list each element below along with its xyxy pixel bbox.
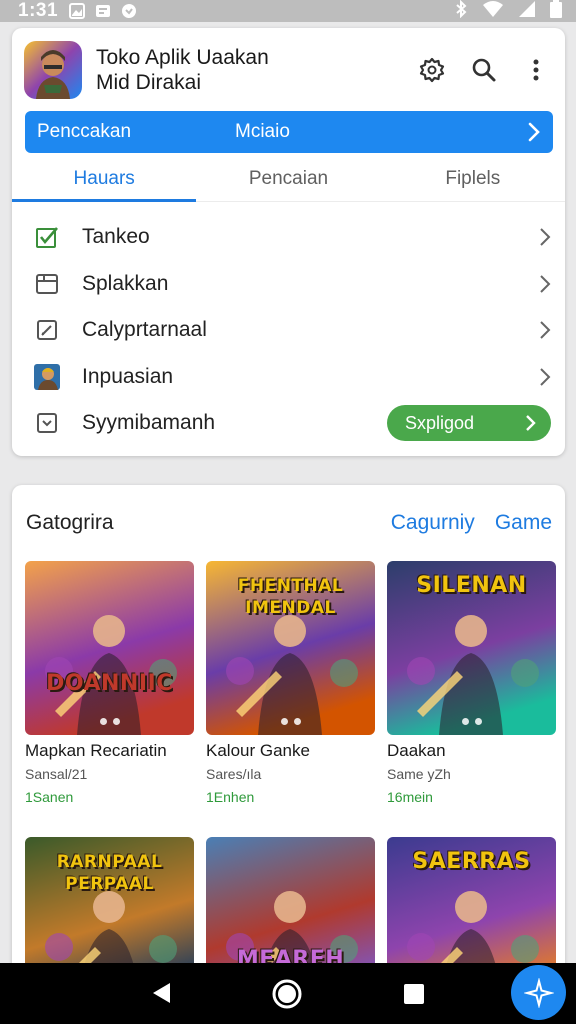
promo-left-label: Penccakan bbox=[37, 121, 132, 142]
carousel-dots bbox=[461, 718, 482, 725]
tab-hauars[interactable]: Hauars bbox=[12, 158, 197, 202]
game-thumbnail[interactable]: DOANNIIC bbox=[25, 561, 194, 735]
app-icon[interactable] bbox=[24, 41, 82, 99]
promo-mid-label: Mciaio bbox=[235, 121, 290, 142]
menu-list: Tankeo Splakkan Calyprtarnaal Inpuasian … bbox=[12, 214, 565, 447]
checkbox-checked-icon bbox=[34, 224, 60, 250]
game-card[interactable]: DOANNIIC Mapkan Recariatin Sansal/21 1Sanen bbox=[25, 561, 194, 805]
tab-fiplels[interactable]: Fiplels bbox=[381, 158, 565, 201]
app-title-line1: Toko Aplik Uaakan bbox=[96, 46, 269, 69]
game-name: Mapkan Recariatin bbox=[25, 741, 167, 760]
menu-item-inpuasian[interactable]: Inpuasian bbox=[12, 354, 565, 401]
menu-item-label: Tankeo bbox=[82, 225, 150, 249]
app-title-line2: Mid Dirakai bbox=[96, 71, 202, 94]
recents-square-icon bbox=[404, 984, 424, 1004]
chevron-right-icon bbox=[539, 367, 551, 387]
game-card[interactable]: FHENTHAL IMENDAL Kalour Ganke Sares/ıla 1En… bbox=[206, 561, 375, 805]
edit-box-icon bbox=[34, 317, 60, 343]
image-notification-icon bbox=[68, 3, 86, 19]
status-bar: 1:31 bbox=[0, 0, 576, 22]
more-options-button[interactable] bbox=[521, 55, 551, 85]
folder-icon bbox=[34, 271, 60, 297]
menu-item-label: Calyprtarnaal bbox=[82, 318, 207, 342]
system-nav-bar bbox=[0, 963, 576, 1024]
game-subtitle: Same yZh bbox=[387, 766, 451, 782]
back-triangle-icon bbox=[153, 983, 170, 1003]
game-size: 1Enhen bbox=[206, 789, 255, 805]
category-card: Gatogrira Cagurniy Game DOANNIIC Mapkan R… bbox=[12, 485, 565, 975]
home-button[interactable] bbox=[271, 978, 303, 1010]
promo-bar[interactable]: Penccakan Mciaio bbox=[25, 111, 553, 153]
game-name: Daakan bbox=[387, 741, 446, 760]
game-card[interactable]: SAERRAS bbox=[387, 837, 556, 975]
section-title: Gatogrira bbox=[26, 511, 114, 534]
chat-notification-icon bbox=[120, 3, 138, 19]
assistant-fab-button[interactable] bbox=[511, 965, 566, 1020]
signal-icon bbox=[518, 0, 536, 23]
menu-item-label: Splakkan bbox=[82, 271, 169, 295]
menu-item-tankeo[interactable]: Tankeo bbox=[12, 214, 565, 261]
game-subtitle: Sares/ıla bbox=[206, 766, 262, 782]
status-time: 1:31 bbox=[18, 0, 59, 21]
tab-bar: Hauars Pencaian Fiplels bbox=[12, 158, 565, 202]
recents-button[interactable] bbox=[402, 982, 426, 1006]
game-card[interactable]: RARNPAAL PERPAAL bbox=[25, 837, 194, 975]
category-link[interactable]: Cagurniy bbox=[391, 511, 475, 535]
game-thumbnail[interactable]: FHENTHAL IMENDAL bbox=[206, 561, 375, 735]
search-button[interactable] bbox=[469, 55, 499, 85]
search-icon bbox=[472, 58, 496, 82]
wifi-icon bbox=[482, 0, 504, 23]
app-card: Toko Aplik Uaakan Mid Dirakai Penccakan … bbox=[12, 28, 565, 456]
game-art-title: DOANNIIC bbox=[46, 671, 173, 696]
chevron-right-icon bbox=[525, 414, 537, 432]
game-size: 16mein bbox=[387, 789, 433, 805]
chevron-right-icon bbox=[539, 320, 551, 340]
menu-item-label: Syymibamanh bbox=[82, 411, 216, 435]
game-card[interactable]: SILENAN Daakan Same yZh 16mein bbox=[387, 561, 556, 805]
avatar-icon bbox=[34, 363, 60, 390]
chevron-right-icon bbox=[539, 274, 551, 294]
back-button[interactable] bbox=[148, 980, 174, 1006]
tab-pencaian[interactable]: Pencaian bbox=[196, 158, 380, 201]
menu-item-label: Inpuasian bbox=[82, 364, 174, 388]
game-art-title: SAERRAS bbox=[412, 849, 531, 874]
chevron-right-icon bbox=[527, 122, 541, 142]
app-title: Toko Aplik Uaakan Mid Dirakai bbox=[96, 45, 269, 95]
menu-item-calyprtarnaal[interactable]: Calyprtarnaal bbox=[12, 307, 565, 354]
game-size: 1Sanen bbox=[25, 789, 74, 805]
sparkle-icon bbox=[523, 977, 554, 1008]
game-art-title: RARNPAAL PERPAAL bbox=[56, 852, 163, 894]
battery-icon bbox=[550, 0, 562, 23]
menu-item-splakkan[interactable]: Splakkan bbox=[12, 261, 565, 308]
bluetooth-icon bbox=[454, 0, 468, 23]
game-thumbnail[interactable]: SILENAN bbox=[387, 561, 556, 735]
pill-label: Sxpligod bbox=[405, 412, 475, 433]
game-name: Kalour Ganke bbox=[206, 741, 310, 760]
game-art-title: SILENAN bbox=[416, 573, 527, 598]
more-vertical-icon bbox=[533, 59, 539, 81]
game-thumbnail[interactable]: SAERRAS bbox=[387, 837, 556, 975]
game-thumbnail[interactable]: MEAREH bbox=[206, 837, 375, 975]
checkbox-down-icon bbox=[34, 410, 60, 436]
game-thumbnail[interactable]: RARNPAAL PERPAAL bbox=[25, 837, 194, 975]
settings-button[interactable] bbox=[417, 55, 447, 85]
message-notification-icon bbox=[94, 3, 112, 19]
chevron-right-icon bbox=[539, 227, 551, 247]
home-circle-icon bbox=[272, 979, 302, 1009]
game-link[interactable]: Game bbox=[495, 511, 552, 535]
game-art-title: FHENTHAL IMENDAL bbox=[237, 576, 344, 618]
app-header: Toko Aplik Uaakan Mid Dirakai bbox=[24, 38, 555, 102]
game-card[interactable]: MEAREH bbox=[206, 837, 375, 975]
carousel-dots bbox=[99, 718, 120, 725]
game-subtitle: Sansal/21 bbox=[25, 766, 88, 782]
menu-item-syymibamanh[interactable]: Syymibamanh Sxpligod bbox=[12, 400, 565, 447]
gear-icon bbox=[419, 57, 445, 83]
carousel-dots bbox=[280, 718, 301, 725]
action-pill-button[interactable]: Sxpligod bbox=[387, 405, 551, 442]
